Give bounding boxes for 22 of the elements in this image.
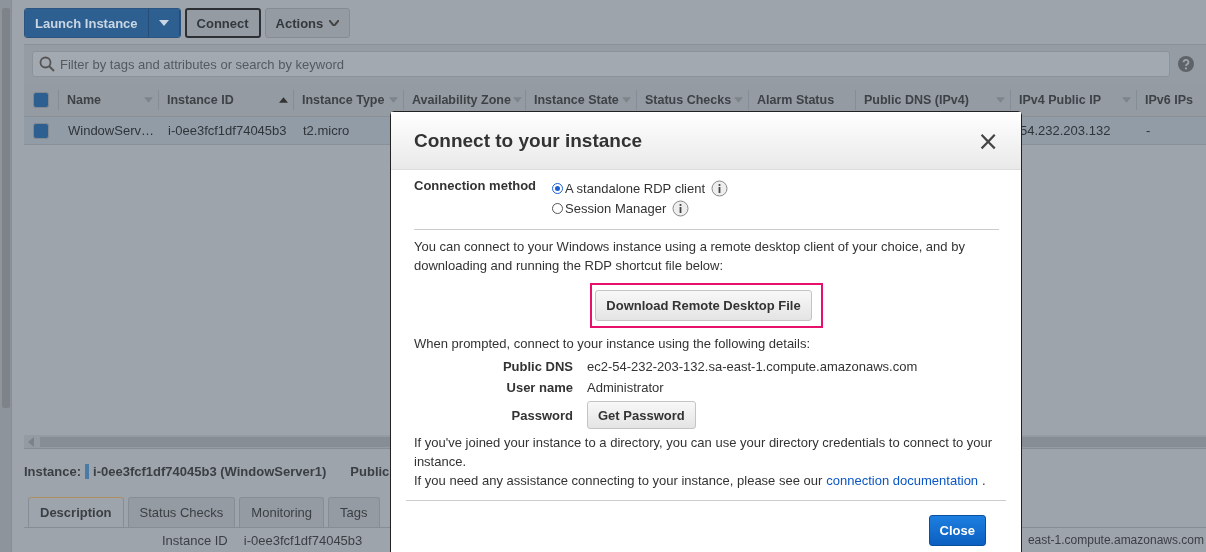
dialog-title: Connect to your instance: [414, 129, 643, 152]
table-cell-text: WindowServ…: [67, 123, 155, 138]
field-value: i-0ee3fcf1df74045b3: [243, 532, 363, 548]
field-value: Administrator: [587, 380, 665, 395]
field-label: Public DNS: [501, 359, 573, 374]
instance-label: Instance:: [24, 463, 82, 479]
directory-note: If you've joined your instance to a directory, you can use your directory credentials to connect to your instance.: [414, 434, 994, 471]
table-cell-text: t2.micro: [302, 123, 351, 138]
prompt-text: When prompted, connect to your instance using the following details:: [414, 335, 811, 353]
table-cell-text: 54.232.203.132: [1019, 123, 1112, 138]
instance-name: i-0ee3fcf1df74045b3 (WindowServer1): [93, 463, 327, 479]
public-label: Public: [350, 463, 390, 479]
field-label: User name: [505, 380, 573, 395]
field-value: ec2-54-232-203-132.sa-east-1.compute.amazonaws.com: [587, 359, 919, 374]
field-label: Password: [510, 407, 573, 423]
field-label: Instance ID: [162, 532, 228, 548]
table-cell-text: -: [1145, 123, 1152, 138]
instructions-text: You can connect to your Windows instance using a remote desktop client of your choice, and by downloading and running the RDP shortcut file below:: [414, 238, 966, 275]
table-cell-text: i-0ee3fcf1df74045b3: [167, 123, 288, 138]
field-value: east-1.compute.amazonaws.com: [1027, 533, 1204, 547]
help-text: If you need any assistance connecting to your instance, please see our connection documentation .: [414, 472, 987, 490]
connection-method-label: Connection method: [414, 178, 537, 195]
